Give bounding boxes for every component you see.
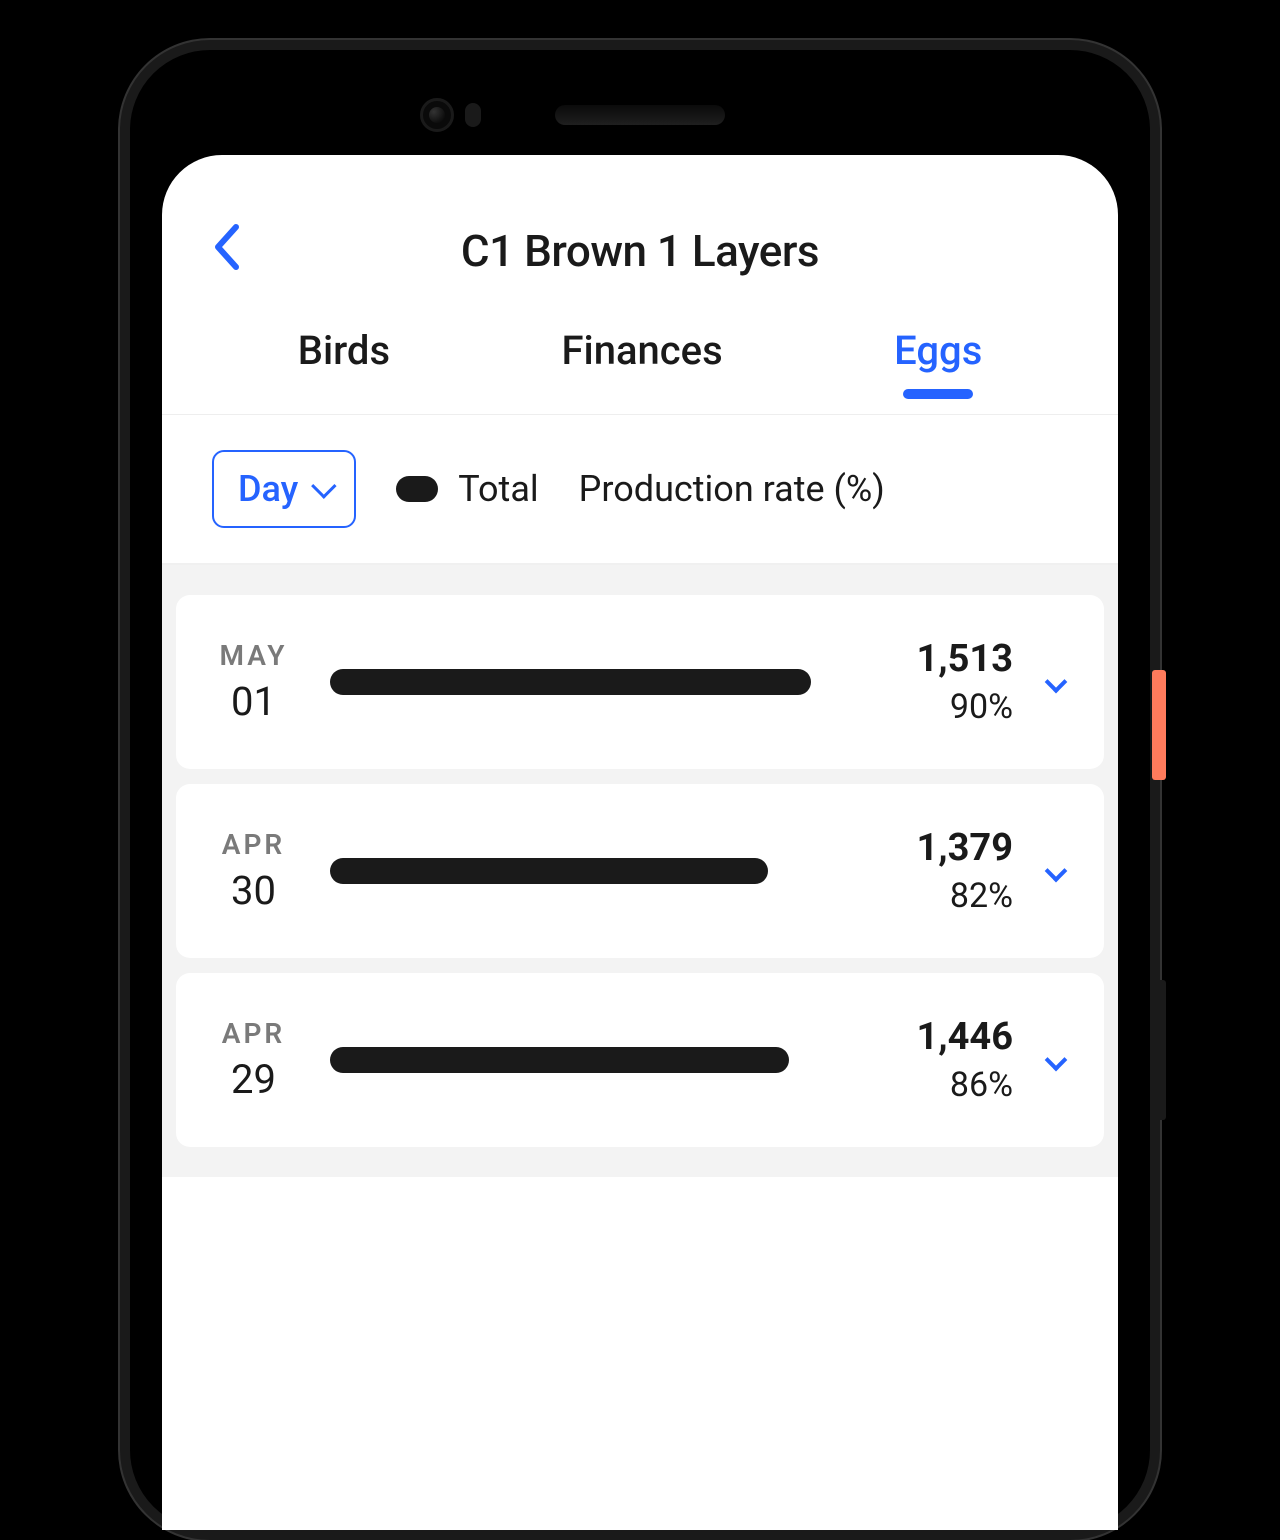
expand-toggle[interactable] [1038, 1052, 1074, 1068]
expand-toggle[interactable] [1038, 674, 1074, 690]
date-column: MAY 01 [206, 639, 301, 725]
date-column: APR 30 [206, 828, 301, 914]
bar-column [326, 669, 868, 695]
bar-column [326, 858, 868, 884]
phone-camera [420, 98, 454, 132]
list-item[interactable]: MAY 01 1,513 90% [176, 595, 1104, 769]
back-icon[interactable] [212, 223, 240, 279]
production-bar [330, 669, 811, 695]
phone-side-button-accent [1152, 670, 1166, 780]
chevron-down-icon [1045, 671, 1068, 694]
values-column: 1,446 86% [893, 1015, 1013, 1105]
production-bar [330, 1047, 789, 1073]
date-day: 29 [206, 1056, 301, 1103]
production-bar [330, 858, 768, 884]
list-item[interactable]: APR 29 1,446 86% [176, 973, 1104, 1147]
period-select[interactable]: Day [212, 450, 356, 528]
list-item[interactable]: APR 30 1,379 82% [176, 784, 1104, 958]
tab-finances[interactable]: Finances [541, 317, 742, 384]
tabs: Birds Finances Eggs [162, 317, 1118, 415]
tab-birds[interactable]: Birds [278, 317, 410, 384]
date-column: APR 29 [206, 1017, 301, 1103]
bar-column [326, 1047, 868, 1073]
values-column: 1,379 82% [893, 826, 1013, 916]
expand-toggle[interactable] [1038, 863, 1074, 879]
period-select-label: Day [238, 468, 298, 510]
tab-indicator [903, 389, 973, 399]
date-month: MAY [206, 639, 301, 672]
tab-label: Eggs [894, 327, 982, 374]
chevron-down-icon [311, 473, 336, 498]
value-total: 1,513 [893, 637, 1013, 681]
phone-mockup: C1 Brown 1 Layers Birds Finances Eggs Da… [120, 40, 1160, 1540]
chevron-down-icon [1045, 1049, 1068, 1072]
date-month: APR [206, 1017, 301, 1050]
page-title: C1 Brown 1 Layers [202, 225, 1078, 277]
date-month: APR [206, 828, 301, 861]
value-total: 1,446 [893, 1015, 1013, 1059]
phone-sensor [465, 103, 481, 127]
values-column: 1,513 90% [893, 637, 1013, 727]
legend-total: Total [396, 468, 538, 510]
chevron-down-icon [1045, 860, 1068, 883]
phone-side-button [1152, 980, 1166, 1120]
app-screen: C1 Brown 1 Layers Birds Finances Eggs Da… [162, 155, 1118, 1530]
header: C1 Brown 1 Layers [162, 155, 1118, 317]
tab-eggs[interactable]: Eggs [874, 317, 1002, 384]
data-list: MAY 01 1,513 90% APR 30 [162, 565, 1118, 1177]
value-percent: 90% [893, 687, 1013, 727]
value-percent: 82% [893, 876, 1013, 916]
legend-total-label: Total [458, 468, 538, 510]
value-total: 1,379 [893, 826, 1013, 870]
legend-dot-icon [396, 476, 438, 502]
phone-speaker [555, 105, 725, 125]
value-percent: 86% [893, 1065, 1013, 1105]
date-day: 30 [206, 867, 301, 914]
legend-rate-label: Production rate (%) [579, 468, 885, 510]
date-day: 01 [206, 678, 301, 725]
filter-bar: Day Total Production rate (%) [162, 415, 1118, 565]
